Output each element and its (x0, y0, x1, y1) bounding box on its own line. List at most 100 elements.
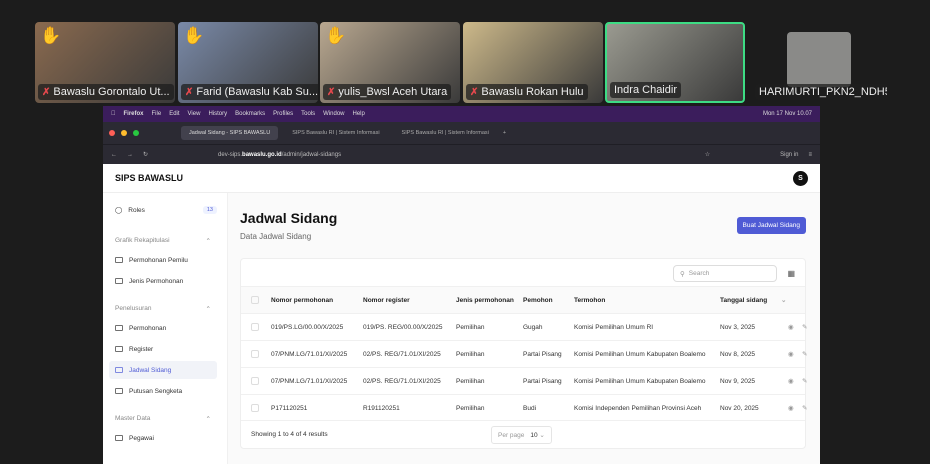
folder-icon (115, 367, 123, 373)
participant-tile[interactable]: HARIMURTI_PKN2_NDH53 (752, 22, 887, 103)
participant-tile[interactable]: Indra Chaidir (605, 22, 745, 103)
menu-item[interactable]: File (152, 111, 162, 117)
chevron-up-icon: ⌃ (205, 306, 211, 313)
column-header[interactable]: Termohon (574, 297, 605, 304)
url-input[interactable]: dev-sips.bawaslu.go.id/admin/jadwal-sida… (218, 152, 695, 158)
new-tab-button[interactable]: + (503, 130, 506, 136)
search-icon: ⚲ (680, 270, 685, 278)
muted-mic-icon: ✗ (185, 86, 194, 98)
select-all-checkbox[interactable] (251, 296, 259, 304)
bookmark-star-icon[interactable]: ☆ (705, 151, 710, 158)
search-input[interactable]: ⚲ Search (673, 265, 777, 282)
column-header[interactable]: Nomor register (363, 297, 410, 304)
edit-icon[interactable]: ✎ (802, 323, 807, 331)
sidebar-item[interactable]: Permohonan (109, 319, 217, 337)
folder-icon (115, 257, 123, 263)
raised-hand-icon: ✋ (40, 26, 62, 45)
table-cell: Nov 8, 2025 (720, 350, 756, 358)
row-checkbox[interactable] (251, 350, 259, 358)
menu-item[interactable]: Window (323, 111, 344, 117)
sidebar-item-label: Jadwal Sidang (129, 366, 172, 374)
table-row[interactable]: 019/PS.LG/00.00/X/2025 019/PS. REG/00.00/… (241, 313, 807, 340)
sidebar-item[interactable]: Pegawai (109, 429, 217, 447)
participant-tile[interactable]: ✋ ✗ yulis_Bwsl Aceh Utara (320, 22, 460, 103)
menu-item[interactable]: Profiles (273, 111, 293, 117)
avatar[interactable]: S (793, 170, 808, 186)
sort-chevron-icon[interactable]: ⌄ (781, 296, 786, 304)
participant-tile[interactable]: ✋ ✗ Bawaslu Gorontalo Ut... (35, 22, 175, 103)
menu-icon[interactable]: ≡ (808, 152, 812, 158)
participant-name: Bawaslu Rokan Hulu (481, 86, 584, 98)
row-checkbox[interactable] (251, 404, 259, 412)
menu-item[interactable]: History (208, 111, 227, 117)
view-icon[interactable]: ◉ (788, 377, 794, 385)
table-cell: P171120251 (271, 404, 308, 412)
view-icon[interactable]: ◉ (788, 323, 794, 331)
participant-tile[interactable]: ✋ ✗ Farid (Bawaslu Kab Su... (178, 22, 318, 103)
browser-tab[interactable]: SIPS Bawaslu RI | Sistem Informasi (284, 126, 387, 140)
tab-bar: Jadwal Sidang - SIPS BAWASLU SIPS Bawasl… (103, 122, 820, 144)
column-toggle-icon[interactable]: ▦ (787, 269, 795, 278)
create-schedule-button[interactable]: Buat Jadwal Sidang (736, 217, 806, 234)
menu-item[interactable]: Edit (169, 111, 179, 117)
table-cell: 02/PS. REG/71.01/XI/2025 (363, 377, 441, 385)
edit-icon[interactable]: ✎ (802, 350, 807, 358)
menu-item[interactable]: Tools (301, 111, 315, 117)
participant-tile[interactable]: ✗ Bawaslu Rokan Hulu (463, 22, 603, 103)
reload-icon[interactable]: ↻ (143, 151, 148, 158)
table-row[interactable]: P171120251 R191120251 Pemilihan Budi Komisi … (241, 394, 807, 421)
participant-label: ✗ Bawaslu Gorontalo Ut... (38, 84, 174, 100)
participant-name: Bawaslu Gorontalo Ut... (53, 86, 170, 98)
sidebar-item[interactable]: Jenis Permohonan (109, 272, 217, 290)
sidebar-item[interactable]: Jadwal Sidang (109, 361, 217, 379)
row-checkbox[interactable] (251, 377, 259, 385)
table-cell: Komisi Pemilihan Umum Kabupaten Boalemo (574, 350, 706, 358)
sidebar-item-roles[interactable]: ◯ Roles 13 (109, 201, 217, 219)
view-icon[interactable]: ◉ (788, 350, 794, 358)
muted-mic-icon: ✗ (470, 86, 479, 98)
table-header: Nomor permohonan Nomor register Jenis perm… (241, 286, 805, 313)
column-header[interactable]: Nomor permohonan (271, 297, 333, 304)
column-header[interactable]: Pemohon (523, 297, 553, 304)
address-bar-row: ← → ↻ dev-sips.bawaslu.go.id/admin/jadwa… (103, 144, 820, 164)
sidebar-item[interactable]: Putusan Sengketa (109, 382, 217, 400)
edit-icon[interactable]: ✎ (802, 377, 807, 385)
participant-label: HARIMURTI_PKN2_NDH53 (755, 84, 887, 100)
folder-icon (115, 388, 123, 394)
sidebar-item[interactable]: Permohonan Pemilu (109, 251, 217, 269)
table-cell: Nov 9, 2025 (720, 377, 756, 385)
view-icon[interactable]: ◉ (788, 404, 794, 412)
row-checkbox[interactable] (251, 323, 259, 331)
back-icon[interactable]: ← (111, 152, 117, 158)
sign-in-button[interactable]: Sign in (780, 152, 798, 158)
sidebar-section-header[interactable]: Master Data ⌃ (115, 415, 211, 423)
table-cell: Nov 3, 2025 (720, 323, 756, 331)
column-header[interactable]: Tanggal sidang (720, 297, 767, 304)
table-cell: Partai Pisang (523, 350, 562, 358)
menu-item[interactable]: Bookmarks (235, 111, 265, 117)
sidebar-item-label: Roles (128, 206, 145, 214)
per-page-select[interactable]: Per page 10 ⌄ (491, 425, 552, 444)
edit-icon[interactable]: ✎ (802, 404, 807, 412)
minimize-window-button[interactable] (121, 130, 127, 136)
table-cell: R191120251 (363, 404, 400, 412)
browser-tab[interactable]: Jadwal Sidang - SIPS BAWASLU (181, 126, 279, 140)
participant-name: Indra Chaidir (614, 84, 677, 96)
browser-tab[interactable]: SIPS Bawaslu RI | Sistem Informasi (394, 126, 497, 140)
participant-label: ✗ Farid (Bawaslu Kab Su... (181, 84, 318, 100)
table-row[interactable]: 07/PNM.LG/71.01/XI/2025 02/PS. REG/71.01/… (241, 367, 807, 394)
forward-icon[interactable]: → (127, 152, 133, 158)
clock: Mon 17 Nov 10.07 (762, 111, 812, 117)
sidebar-item[interactable]: Register (109, 340, 217, 358)
close-window-button[interactable] (109, 130, 115, 136)
menu-item[interactable]: View (188, 111, 201, 117)
table-cell: Nov 20, 2025 (720, 404, 759, 412)
menu-item[interactable]: Help (353, 111, 365, 117)
maximize-window-button[interactable] (133, 130, 139, 136)
table-cell: 019/PS.LG/00.00/X/2025 (271, 323, 344, 331)
sidebar-section-header[interactable]: Grafik Rekapitulasi ⌃ (115, 237, 211, 245)
column-header[interactable]: Jenis permohonan (456, 297, 514, 304)
sidebar-section-header[interactable]: Penelusuran ⌃ (115, 305, 211, 313)
table-cell: Pemilihan (456, 323, 485, 331)
table-row[interactable]: 07/PNM.LG/71.01/XI/2025 02/PS. REG/71.01/… (241, 340, 807, 367)
